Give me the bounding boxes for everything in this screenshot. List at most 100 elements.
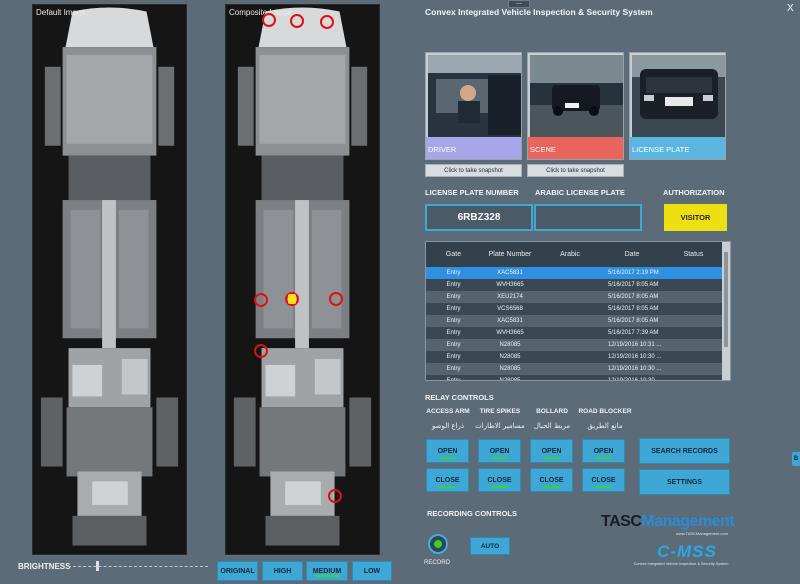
table-row[interactable]: Entry XAC5831 5/16/2017 2:19 PM bbox=[426, 267, 724, 279]
table-header: Gate Plate Number Arabic Date Status bbox=[426, 242, 724, 267]
relay-controls-title: RELAY CONTROLS bbox=[425, 393, 494, 402]
relay-access-arm-label: ACCESS ARM bbox=[426, 408, 470, 415]
table-row[interactable]: Entry N28085 12/19/2016 10:30 ... bbox=[426, 351, 724, 363]
button-label: OPEN bbox=[437, 447, 458, 455]
table-cell: Entry bbox=[446, 270, 461, 276]
records-table[interactable]: Gate Plate Number Arabic Date Status Ent… bbox=[425, 241, 731, 381]
button-label: CLOSE bbox=[435, 476, 460, 484]
brightness-slider-thumb[interactable] bbox=[96, 561, 99, 571]
anomaly-marker[interactable] bbox=[290, 14, 304, 28]
table-row[interactable]: Entry VCS6568 5/16/2017 8:05 AM bbox=[426, 303, 724, 315]
driver-photo bbox=[428, 55, 521, 137]
relay-tire-spikes-label: TIRE SPIKES bbox=[479, 408, 521, 415]
table-cell bbox=[663, 315, 724, 327]
table-cell: Entry bbox=[446, 330, 461, 336]
table-cell: WVH3665 bbox=[496, 330, 524, 336]
settings-button[interactable]: SETTINGS bbox=[639, 469, 730, 495]
bollard-close-button[interactable]: CLOSE bbox=[530, 468, 573, 492]
arabic-plate-field[interactable] bbox=[534, 204, 642, 231]
table-cell bbox=[539, 315, 601, 327]
recording-controls-title: RECORDING CONTROLS bbox=[427, 509, 517, 518]
auto-record-button[interactable]: AUTO bbox=[470, 537, 510, 555]
mode-low-button[interactable]: LOW bbox=[352, 561, 392, 581]
license-plate-caption: LICENSE PLATE bbox=[630, 137, 725, 159]
search-records-button[interactable]: SEARCH RECORDS bbox=[639, 438, 730, 464]
side-panel-tab[interactable]: B bbox=[792, 452, 800, 466]
authorization-label: AUTHORIZATION bbox=[663, 188, 725, 197]
logo-part: TASC bbox=[601, 513, 642, 530]
anomaly-marker[interactable] bbox=[328, 489, 342, 503]
record-icon bbox=[434, 540, 442, 548]
plate-number-field[interactable]: 6RBZ328 bbox=[425, 204, 533, 231]
access-arm-open-button[interactable]: OPEN bbox=[426, 439, 469, 463]
table-cell bbox=[663, 363, 724, 375]
road-blocker-open-button[interactable]: OPEN bbox=[582, 439, 625, 463]
button-label: OPEN bbox=[541, 447, 562, 455]
plate-number-label: LICENSE PLATE NUMBER bbox=[425, 188, 519, 197]
road-blocker-close-button[interactable]: CLOSE bbox=[582, 468, 625, 492]
column-status[interactable]: Status bbox=[663, 242, 724, 267]
table-row[interactable]: Entry WVH3665 5/16/2017 7:39 AM bbox=[426, 327, 724, 339]
scene-caption: SCENE bbox=[528, 137, 623, 159]
brightness-label: BRIGHTNESS bbox=[18, 562, 71, 571]
table-row[interactable]: Entry WVH3665 5/16/2017 8:05 AM bbox=[426, 279, 724, 291]
table-cell bbox=[539, 363, 601, 375]
bollard-open-button[interactable]: OPEN bbox=[530, 439, 573, 463]
table-cell bbox=[663, 267, 724, 279]
table-cell: Entry bbox=[446, 282, 461, 288]
access-arm-close-button[interactable]: CLOSE bbox=[426, 468, 469, 492]
table-row[interactable]: Entry XAC5831 5/16/2017 8:05 AM bbox=[426, 315, 724, 327]
table-cell: N28085 bbox=[499, 378, 521, 381]
anomaly-marker[interactable] bbox=[329, 292, 343, 306]
tire-spikes-close-button[interactable]: CLOSE bbox=[478, 468, 521, 492]
anomaly-marker[interactable] bbox=[254, 344, 268, 358]
composite-undercarriage-image bbox=[226, 7, 379, 552]
table-cell bbox=[539, 291, 601, 303]
vehicle-undercarriage-image bbox=[33, 7, 186, 552]
column-arabic[interactable]: Arabic bbox=[539, 242, 601, 267]
table-row[interactable]: Entry N28085 12/19/2016 10:30 ... bbox=[426, 363, 724, 375]
table-cell: Entry bbox=[446, 318, 461, 324]
driver-snapshot-card[interactable]: DRIVER bbox=[425, 52, 522, 160]
table-row[interactable]: Entry N28085 12/19/2016 10:30 ... bbox=[426, 375, 724, 381]
default-image-title: Default Image bbox=[36, 8, 86, 17]
driver-snapshot-button[interactable]: Click to take snapshot bbox=[425, 164, 522, 177]
scene-photo bbox=[530, 55, 623, 137]
relay-access-arm-arabic: ذراع الوصو bbox=[431, 422, 465, 430]
record-button[interactable] bbox=[428, 534, 448, 554]
table-cell: XAC5831 bbox=[497, 318, 523, 324]
anomaly-marker[interactable] bbox=[254, 293, 268, 307]
anomaly-marker[interactable] bbox=[262, 13, 276, 27]
table-scrollbar[interactable] bbox=[722, 242, 730, 380]
license-plate-snapshot-card[interactable]: LICENSE PLATE bbox=[629, 52, 726, 160]
table-cell bbox=[663, 375, 724, 380]
scene-snapshot-card[interactable]: SCENE bbox=[527, 52, 624, 160]
tasc-management-logo: TASCManagement bbox=[601, 513, 735, 531]
mode-original-button[interactable]: ORIGINAL bbox=[217, 561, 258, 581]
brightness-slider[interactable] bbox=[68, 566, 208, 567]
button-label: CLOSE bbox=[539, 476, 564, 484]
table-cell: Entry bbox=[446, 294, 461, 300]
column-gate[interactable]: Gate bbox=[426, 242, 481, 267]
table-cell: Entry bbox=[446, 366, 461, 372]
table-cell bbox=[539, 351, 601, 363]
anomaly-marker[interactable] bbox=[320, 15, 334, 29]
button-label: CLOSE bbox=[487, 476, 512, 484]
mode-medium-button[interactable]: MEDIUM bbox=[306, 561, 348, 581]
column-plate-number[interactable]: Plate Number bbox=[481, 242, 539, 267]
composite-image-panel: Composite Image bbox=[225, 4, 380, 555]
table-cell: VCS6568 bbox=[497, 306, 523, 312]
tasc-url: www.TASCManagement.com bbox=[676, 531, 728, 536]
cmss-subtitle: Convex Integrated Vehicle Inspection & S… bbox=[633, 562, 729, 566]
table-row[interactable]: Entry N28085 12/19/2016 10:31 ... bbox=[426, 339, 724, 351]
mode-high-button[interactable]: HIGH bbox=[262, 561, 303, 581]
column-date[interactable]: Date bbox=[601, 242, 663, 267]
scene-snapshot-button[interactable]: Click to take snapshot bbox=[527, 164, 624, 177]
scrollbar-thumb[interactable] bbox=[724, 252, 728, 347]
composite-image-title: Composite Image bbox=[229, 8, 292, 17]
tire-spikes-open-button[interactable]: OPEN bbox=[478, 439, 521, 463]
default-image-panel: Default Image bbox=[32, 4, 187, 555]
close-button[interactable]: X bbox=[787, 3, 794, 14]
table-row[interactable]: Entry XEU2174 5/16/2017 8:05 AM bbox=[426, 291, 724, 303]
arabic-plate-label: ARABIC LICENSE PLATE bbox=[535, 188, 625, 197]
